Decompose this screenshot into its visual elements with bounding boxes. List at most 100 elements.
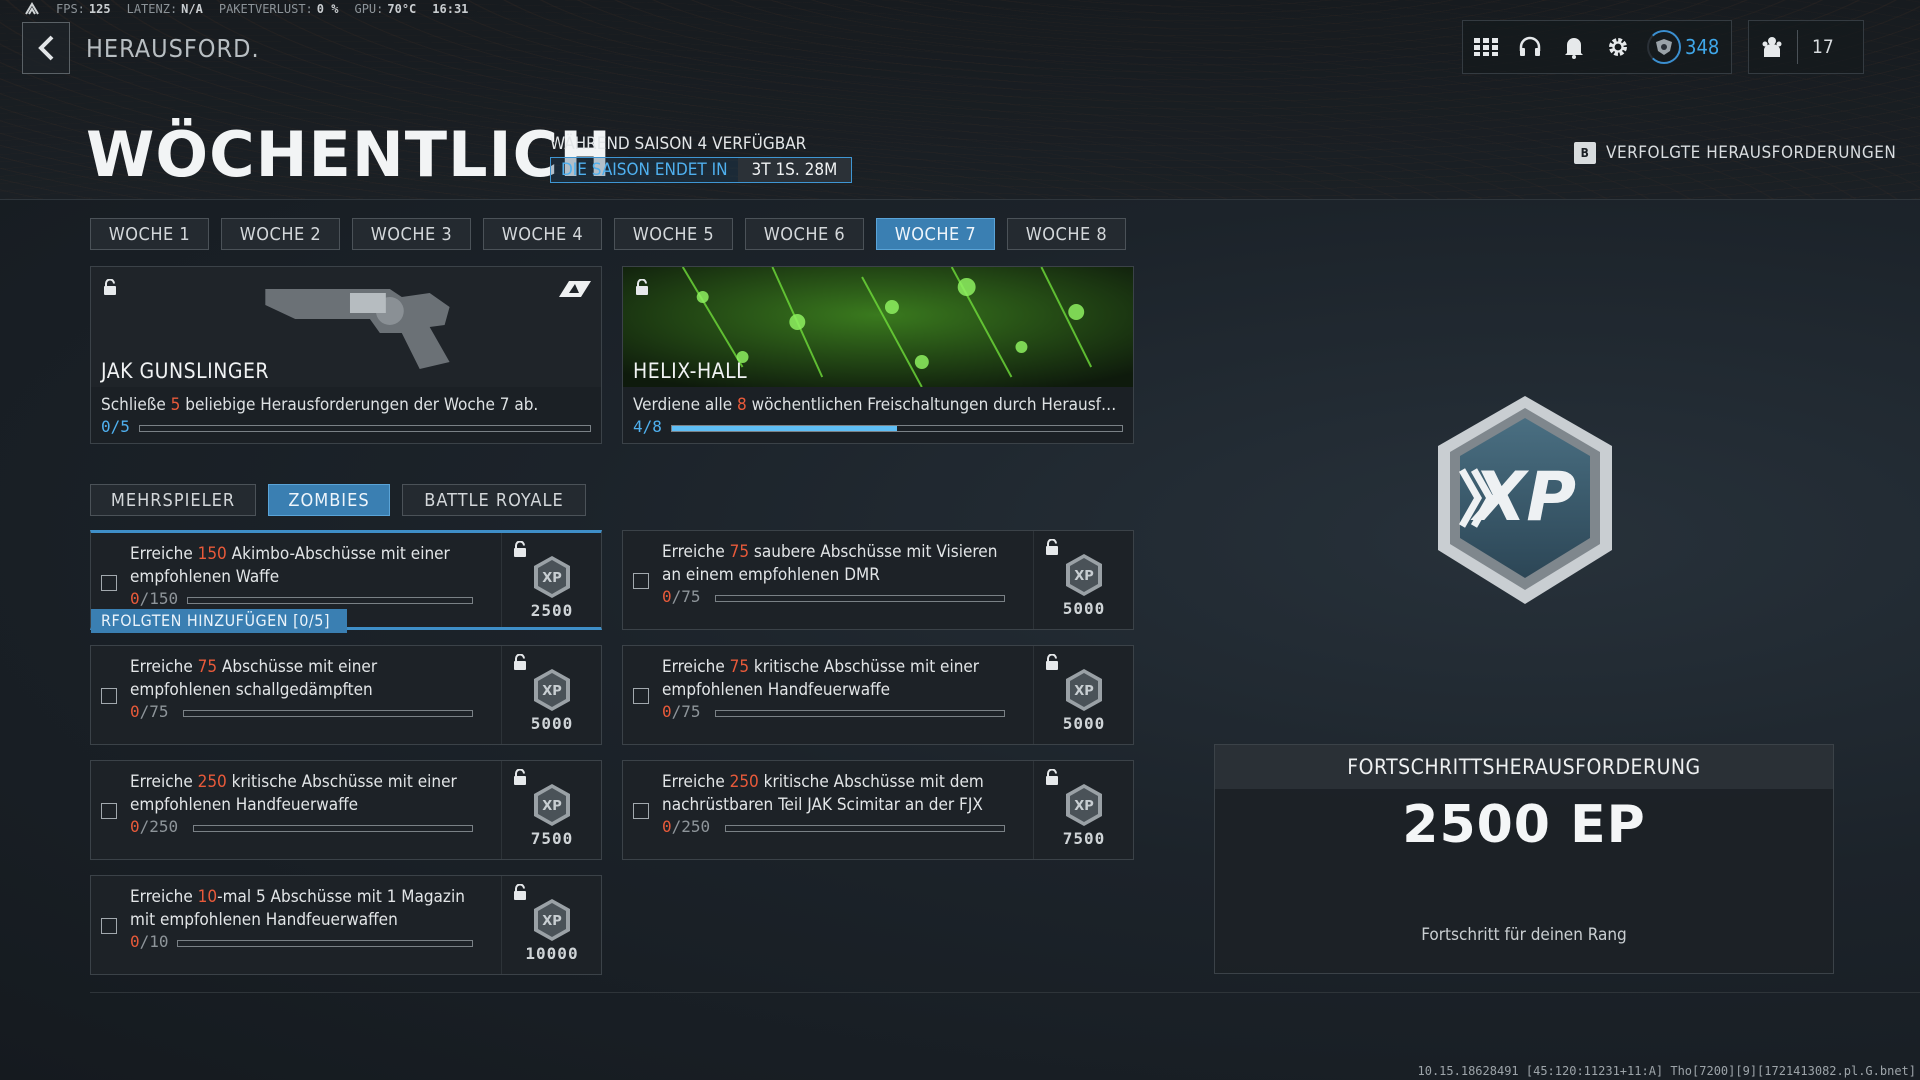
svg-text:XP: XP xyxy=(542,799,562,814)
challenge-progress-bar xyxy=(183,710,473,717)
challenge-progress-text: 0/250 xyxy=(130,817,179,836)
cod-points[interactable]: 348 xyxy=(1647,30,1719,64)
grid-menu-icon[interactable] xyxy=(1471,32,1501,62)
challenge-card[interactable]: Erreiche 75 Abschüsse mit einer empfohle… xyxy=(90,645,602,745)
xp-emblem-icon: XP xyxy=(1438,396,1612,604)
tab-battle-royale[interactable]: BATTLE ROYALE xyxy=(402,484,586,516)
challenge-progress-bar xyxy=(715,595,1005,602)
key-hint-b: B xyxy=(1574,142,1596,164)
tab-week-1[interactable]: WOCHE 1 xyxy=(90,218,209,250)
challenge-card[interactable]: Erreiche 75 saubere Abschüsse mit Visier… xyxy=(622,530,1134,630)
page-title: WÖCHENTLICH xyxy=(86,118,612,191)
panel-subtitle: Fortschritt für deinen Rang xyxy=(1421,925,1627,945)
challenge-progress-bar xyxy=(725,825,1005,832)
challenge-text: Erreiche 75 saubere Abschüsse mit Visier… xyxy=(662,542,998,585)
track-checkbox[interactable] xyxy=(101,803,117,819)
tab-week-8[interactable]: WOCHE 8 xyxy=(1007,218,1126,250)
back-button[interactable] xyxy=(22,22,70,74)
challenge-card[interactable]: Erreiche 250 kritische Abschüsse mit ein… xyxy=(90,760,602,860)
challenge-progress-text: 0/75 xyxy=(130,702,169,721)
week-tabs: WOCHE 1 WOCHE 2 WOCHE 3 WOCHE 4 WOCHE 5 … xyxy=(90,218,1126,250)
friends-button[interactable]: 17 xyxy=(1748,20,1864,74)
tab-week-3[interactable]: WOCHE 3 xyxy=(352,218,471,250)
challenge-progress-text: 0/250 xyxy=(662,817,711,836)
track-checkbox[interactable] xyxy=(633,803,649,819)
reward-card-helix-hall[interactable]: HELIX-HALL Verdiene alle 8 wöchentlichen… xyxy=(622,266,1134,444)
tab-zombies[interactable]: ZOMBIES xyxy=(268,484,390,516)
xp-reward-value: 2500 xyxy=(530,601,574,620)
mode-tabs: MEHRSPIELER ZOMBIES BATTLE ROYALE xyxy=(90,484,586,516)
build-info: 10.15.18628491 [45:120:11231+11:A] Tho[7… xyxy=(1417,1064,1917,1078)
reward-card-jak-gunslinger[interactable]: JAK GUNSLINGER Schließe 5 beliebige Hera… xyxy=(90,266,602,444)
track-checkbox[interactable] xyxy=(101,918,117,934)
game-logo-icon xyxy=(25,2,39,15)
reward-description: Schließe 5 beliebige Herausforderungen d… xyxy=(101,395,539,415)
tab-week-5[interactable]: WOCHE 5 xyxy=(614,218,733,250)
add-to-tracked-bar[interactable]: RFOLGTEN HINZUFÜGEN [0/5] xyxy=(91,609,347,633)
panel-title: FORTSCHRITTSHERAUSFORDERUNG xyxy=(1215,745,1833,789)
tracked-challenges-label: VERFOLGTE HERAUSFORDERUNGEN xyxy=(1606,143,1897,163)
headset-icon[interactable] xyxy=(1515,32,1545,62)
latency-readout: LATENZ: N/A xyxy=(126,2,203,16)
track-checkbox[interactable] xyxy=(633,573,649,589)
clock: 16:31 xyxy=(432,2,469,16)
tab-week-4[interactable]: WOCHE 4 xyxy=(483,218,602,250)
lock-icon xyxy=(636,279,648,295)
xp-token-icon: XP xyxy=(534,556,570,598)
reward-column: XP 5000 xyxy=(1033,531,1133,629)
reward-column: XP 7500 xyxy=(501,761,601,859)
reward-progress-bar xyxy=(139,425,591,432)
friends-count: 17 xyxy=(1812,36,1834,58)
track-checkbox[interactable] xyxy=(101,688,117,704)
bell-icon[interactable] xyxy=(1559,32,1589,62)
reward-description: Verdiene alle 8 wöchentlichen Freischalt… xyxy=(633,395,1125,415)
challenge-text: Erreiche 150 Akimbo-Abschüsse mit einer … xyxy=(130,544,450,587)
xp-amount: 2500 EP xyxy=(1402,795,1646,855)
challenge-card[interactable]: Erreiche 250 kritische Abschüsse mit dem… xyxy=(622,760,1134,860)
gpu-readout: GPU: 70°C xyxy=(354,2,417,16)
challenge-text: Erreiche 75 kritische Abschüsse mit eine… xyxy=(662,657,980,700)
tab-week-7[interactable]: WOCHE 7 xyxy=(876,218,995,250)
xp-token-icon: XP xyxy=(1066,784,1102,826)
xp-token-icon: XP xyxy=(1066,669,1102,711)
brand-logo-icon xyxy=(559,281,591,297)
tab-week-2[interactable]: WOCHE 2 xyxy=(221,218,340,250)
reward-column: XP 7500 xyxy=(1033,761,1133,859)
challenge-text: Erreiche 10-mal 5 Abschüsse mit 1 Magazi… xyxy=(130,887,465,930)
tab-mehrspieler[interactable]: MEHRSPIELER xyxy=(90,484,256,516)
progress-challenge-panel: FORTSCHRITTSHERAUSFORDERUNG 2500 EP Fort… xyxy=(1214,744,1834,974)
season-countdown-label: DIE SAISON ENDET IN xyxy=(551,158,738,182)
reward-name: HELIX-HALL xyxy=(633,359,748,383)
svg-text:XP: XP xyxy=(542,571,562,586)
breadcrumb: HERAUSFORD. xyxy=(86,34,260,63)
xp-token-icon: XP xyxy=(534,784,570,826)
track-checkbox[interactable] xyxy=(101,575,117,591)
reward-progress-text: 0/5 xyxy=(101,417,130,436)
challenge-card[interactable]: Erreiche 10-mal 5 Abschüsse mit 1 Magazi… xyxy=(90,875,602,975)
svg-text:XP: XP xyxy=(1074,569,1094,584)
challenge-progress-bar xyxy=(715,710,1005,717)
reward-progress-bar xyxy=(671,425,1123,432)
divider xyxy=(90,992,1920,993)
divider xyxy=(1797,30,1798,64)
xp-reward-value: 5000 xyxy=(530,714,574,733)
challenge-card[interactable]: Erreiche 150 Akimbo-Abschüsse mit einer … xyxy=(90,530,602,633)
challenge-card[interactable]: Erreiche 75 kritische Abschüsse mit eine… xyxy=(622,645,1134,745)
challenge-progress-bar xyxy=(177,940,473,947)
challenge-progress-bar xyxy=(187,597,473,604)
fps-readout: FPS: 125 xyxy=(56,2,111,16)
track-checkbox[interactable] xyxy=(633,688,649,704)
tab-week-6[interactable]: WOCHE 6 xyxy=(745,218,864,250)
rank-badge-icon xyxy=(1647,30,1681,64)
xp-token-icon: XP xyxy=(534,669,570,711)
gear-icon[interactable] xyxy=(1603,32,1633,62)
challenge-text: Erreiche 250 kritische Abschüsse mit ein… xyxy=(130,772,457,815)
reward-column: XP 2500 xyxy=(501,533,601,627)
svg-text:XP: XP xyxy=(542,684,562,699)
xp-reward-value: 10000 xyxy=(525,944,579,963)
challenge-text: Erreiche 250 kritische Abschüsse mit dem… xyxy=(662,772,984,815)
lock-icon xyxy=(104,279,116,295)
challenge-progress-text: 0/75 xyxy=(662,587,701,606)
challenge-progress-text: 0/150 xyxy=(130,589,179,608)
tracked-challenges-button[interactable]: B VERFOLGTE HERAUSFORDERUNGEN xyxy=(1574,142,1896,164)
